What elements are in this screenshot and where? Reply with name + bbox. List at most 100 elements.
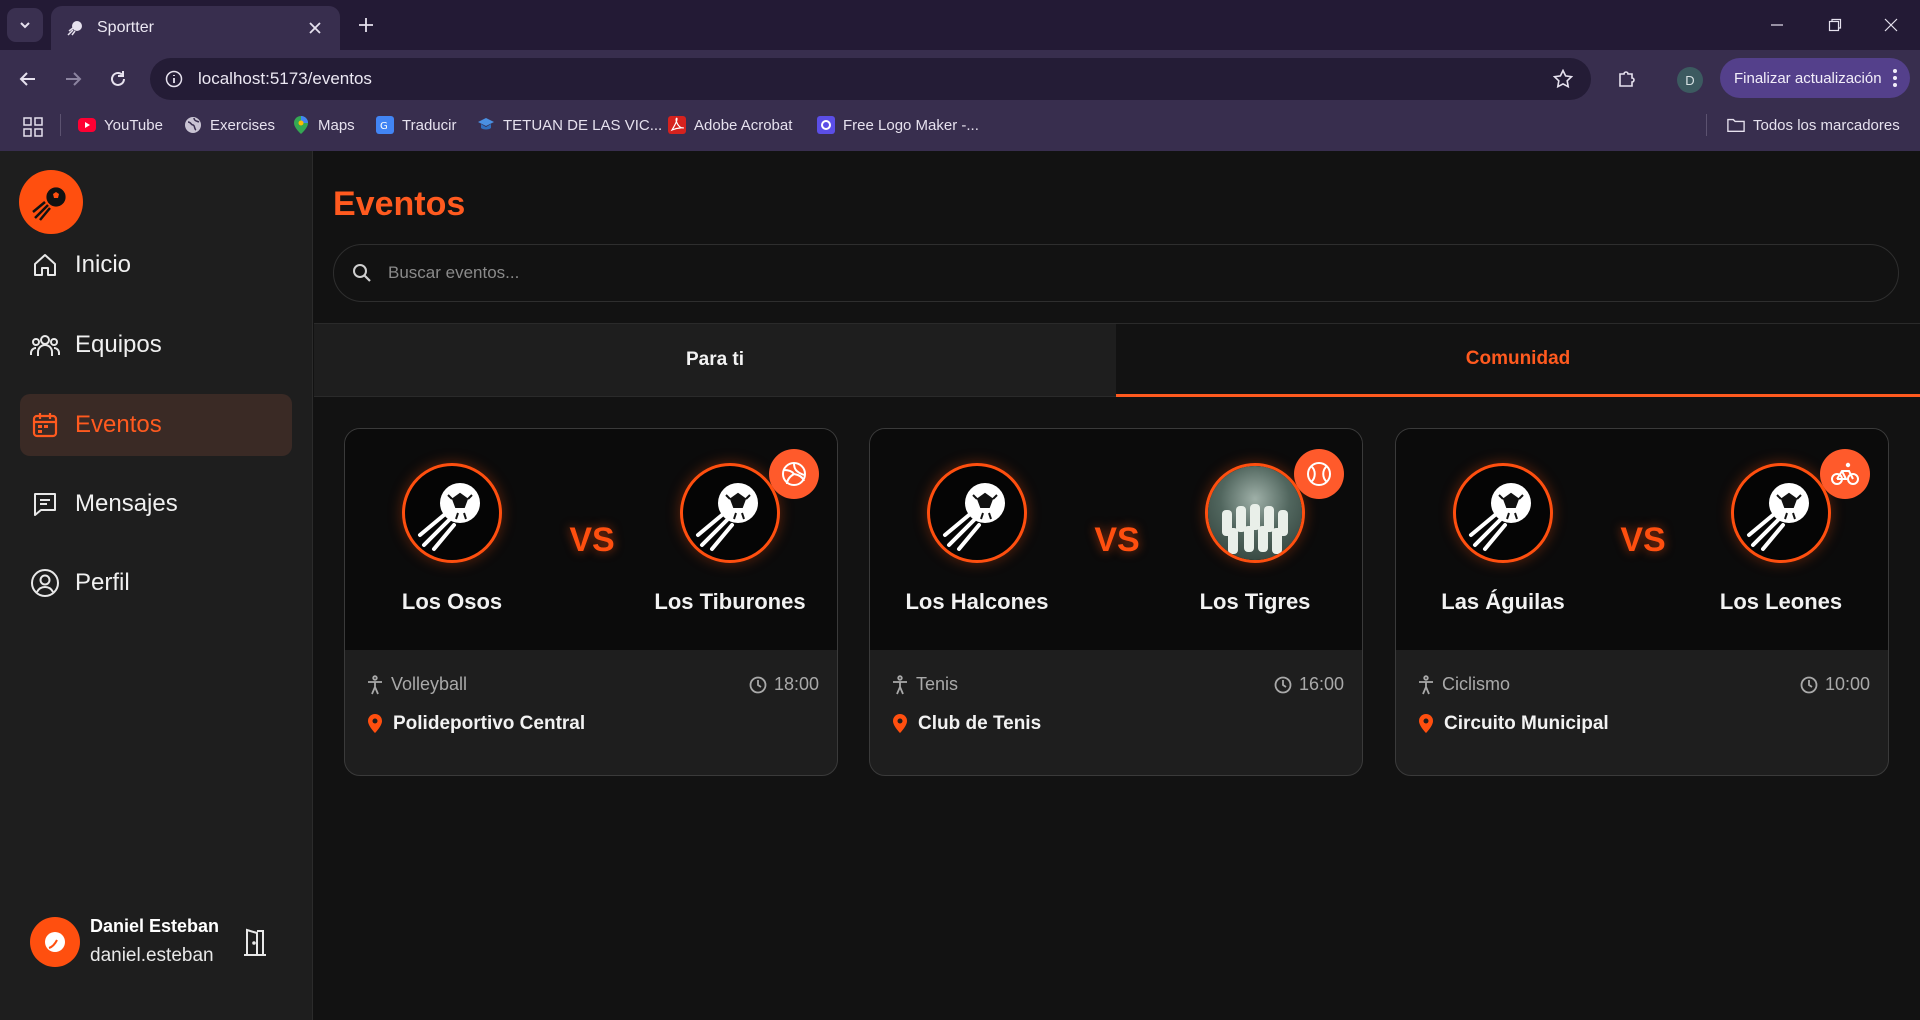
address-bar[interactable]: localhost:5173/eventos bbox=[150, 58, 1591, 100]
minimize-button[interactable] bbox=[1748, 0, 1806, 50]
close-icon bbox=[1884, 18, 1898, 32]
sidebar-item-eventos[interactable]: Eventos bbox=[20, 394, 292, 456]
sidebar-item-perfil[interactable]: Perfil bbox=[20, 552, 292, 614]
search-input[interactable] bbox=[388, 263, 1788, 283]
reload-icon bbox=[111, 71, 125, 86]
home-team: Los Osos bbox=[367, 463, 537, 615]
reload-button[interactable] bbox=[100, 62, 136, 96]
apps-grid-icon[interactable] bbox=[22, 116, 44, 138]
home-team-name: Los Osos bbox=[401, 589, 503, 614]
away-team-name: Los Tigres bbox=[1199, 589, 1311, 614]
bookmark-star-icon[interactable] bbox=[1549, 65, 1577, 93]
translate-icon: G bbox=[376, 116, 394, 134]
event-card[interactable]: Las Águilas VS Los Leones Ciclismo 10:00… bbox=[1395, 428, 1889, 776]
extensions-button[interactable] bbox=[1610, 62, 1644, 96]
event-info-row: Ciclismo 10:00 bbox=[1416, 674, 1870, 698]
event-time: 16:00 bbox=[1273, 674, 1344, 695]
page-title: Eventos bbox=[333, 185, 466, 223]
event-card[interactable]: Los Halcones VS Los Tigres Tenis 16:00 C… bbox=[869, 428, 1363, 776]
arrow-right-icon bbox=[66, 72, 82, 86]
event-sport: Tenis bbox=[890, 674, 958, 695]
user-avatar[interactable] bbox=[30, 917, 80, 967]
close-tab-icon[interactable] bbox=[304, 17, 326, 39]
chevron-down-icon bbox=[20, 22, 30, 29]
sidebar-item-equipos[interactable]: Equipos bbox=[20, 314, 292, 376]
back-button[interactable] bbox=[10, 62, 46, 96]
graduation-cap-icon bbox=[477, 116, 495, 134]
update-label: Finalizar actualización bbox=[1734, 69, 1882, 87]
soccer-ball-icon bbox=[1747, 483, 1809, 551]
home-team-name: Las Águilas bbox=[1441, 589, 1565, 614]
event-card[interactable]: Los Osos VS Los Tiburones Volleyball 18:… bbox=[344, 428, 838, 776]
away-team-badge bbox=[1731, 463, 1831, 563]
svg-text:G: G bbox=[380, 121, 388, 132]
sidebar-item-inicio[interactable]: Inicio bbox=[20, 234, 292, 296]
tab-comunidad[interactable]: Comunidad bbox=[1116, 324, 1920, 397]
bookmarks-divider-right bbox=[1706, 114, 1707, 136]
maps-pin-icon bbox=[292, 116, 310, 134]
bookmark-tetuan[interactable]: TETUAN DE LAS VIC... bbox=[477, 112, 662, 138]
bookmark-translate[interactable]: G Traducir bbox=[376, 112, 456, 138]
site-info-icon[interactable] bbox=[162, 67, 186, 91]
home-team-name: Los Halcones bbox=[905, 589, 1049, 614]
logo-maker-icon bbox=[817, 116, 835, 134]
event-sport: Volleyball bbox=[365, 674, 467, 695]
all-bookmarks-button[interactable]: Todos los marcadores bbox=[1727, 112, 1900, 138]
finish-update-button[interactable]: Finalizar actualización bbox=[1720, 58, 1910, 98]
main-content: Eventos Para ti Comunidad Los Osos VS bbox=[314, 151, 1920, 1020]
clock-icon bbox=[1799, 675, 1819, 695]
browser-tab[interactable]: Sportter bbox=[51, 6, 340, 50]
bookmark-adobe-acrobat[interactable]: Adobe Acrobat bbox=[668, 112, 792, 138]
user-circle-icon bbox=[30, 568, 60, 598]
sport-figure-icon bbox=[890, 674, 910, 695]
location-pin-icon bbox=[1416, 713, 1436, 735]
event-card-header: Los Halcones VS Los Tigres bbox=[870, 429, 1362, 650]
new-tab-button[interactable] bbox=[352, 11, 380, 39]
tennis-badge bbox=[1294, 449, 1344, 499]
clock-icon bbox=[748, 675, 768, 695]
bookmark-free-logo-maker[interactable]: Free Logo Maker -... bbox=[817, 112, 979, 138]
sport-figure-icon bbox=[365, 674, 385, 695]
youtube-icon bbox=[78, 116, 96, 134]
sidebar-item-mensajes[interactable]: Mensajes bbox=[20, 473, 292, 535]
sidebar: Inicio Equipos Eventos Mensajes Perfil D… bbox=[0, 151, 313, 1020]
message-icon bbox=[30, 489, 60, 519]
clock-icon bbox=[1273, 675, 1293, 695]
vs-label: VS bbox=[569, 521, 615, 559]
bookmarks-divider bbox=[60, 114, 61, 136]
app-container: Inicio Equipos Eventos Mensajes Perfil D… bbox=[0, 151, 1920, 1020]
door-exit-icon bbox=[244, 928, 266, 956]
bicycle-icon bbox=[1831, 462, 1859, 485]
away-team-badge bbox=[680, 463, 780, 563]
bookmark-maps[interactable]: Maps bbox=[292, 112, 355, 138]
tab-para-ti[interactable]: Para ti bbox=[314, 324, 1116, 397]
home-team-badge bbox=[927, 463, 1027, 563]
event-card-header: Las Águilas VS Los Leones bbox=[1396, 429, 1888, 650]
sportter-favicon-icon bbox=[65, 18, 85, 38]
logout-button[interactable] bbox=[240, 926, 270, 958]
search-bar[interactable] bbox=[333, 244, 1899, 302]
puzzle-icon bbox=[1619, 71, 1635, 87]
acrobat-icon bbox=[668, 116, 686, 134]
avatar-ball-icon bbox=[45, 932, 65, 952]
sportter-logo[interactable] bbox=[19, 170, 83, 234]
location-pin-icon bbox=[890, 713, 910, 735]
home-team: Los Halcones bbox=[892, 463, 1062, 615]
url-text: localhost:5173/eventos bbox=[198, 69, 372, 88]
user-name: Daniel Esteban bbox=[90, 916, 220, 936]
tab-search-button[interactable] bbox=[7, 8, 43, 42]
forward-button[interactable] bbox=[55, 62, 91, 96]
close-window-button[interactable] bbox=[1862, 0, 1920, 50]
user-email: daniel.esteban bbox=[90, 945, 214, 966]
home-icon bbox=[30, 250, 60, 280]
restore-button[interactable] bbox=[1806, 0, 1864, 50]
globe-icon bbox=[184, 116, 202, 134]
event-card-header: Los Osos VS Los Tiburones bbox=[345, 429, 837, 650]
home-team-badge bbox=[1453, 463, 1553, 563]
profile-avatar[interactable]: D bbox=[1677, 67, 1703, 93]
away-team-name: Los Leones bbox=[1719, 589, 1843, 614]
bookmark-exercises[interactable]: Exercises bbox=[184, 112, 275, 138]
location-pin-icon bbox=[365, 713, 385, 735]
volleyball-badge bbox=[769, 449, 819, 499]
bookmark-youtube[interactable]: YouTube bbox=[78, 112, 163, 138]
